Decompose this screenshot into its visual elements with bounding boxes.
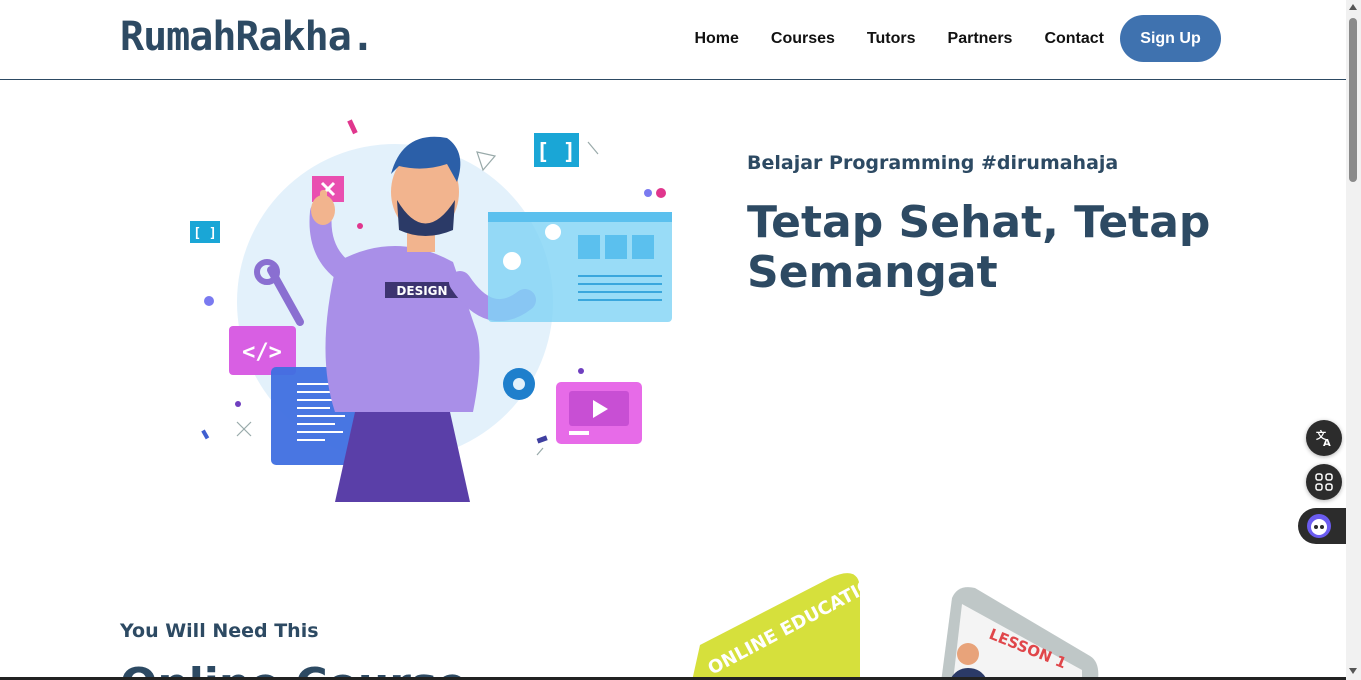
- assistant-button[interactable]: [1298, 508, 1346, 544]
- design-badge: DESIGN: [396, 284, 447, 298]
- nav-courses[interactable]: Courses: [771, 30, 835, 48]
- scroll-down-arrow-icon[interactable]: [1349, 668, 1357, 674]
- scrollbar-thumb[interactable]: [1349, 18, 1357, 182]
- sign-up-button[interactable]: Sign Up: [1120, 15, 1221, 62]
- nav-tutors[interactable]: Tutors: [867, 30, 916, 48]
- site-logo[interactable]: RumahRakha.: [120, 14, 375, 60]
- apps-button[interactable]: [1306, 464, 1342, 500]
- hero-illustration: [ ] [ ] </> DESIGN: [190, 119, 672, 502]
- svg-text:</>: </>: [242, 340, 282, 365]
- svg-text:A: A: [1323, 438, 1331, 447]
- nav-partners[interactable]: Partners: [948, 30, 1013, 48]
- svg-text:[ ]: [ ]: [193, 226, 216, 241]
- svg-text:[ ]: [ ]: [536, 140, 576, 165]
- assistant-icon: [1307, 514, 1331, 538]
- site-header: RumahRakha. Home Courses Tutors Partners…: [0, 0, 1346, 80]
- nav-home[interactable]: Home: [694, 30, 738, 48]
- hero-subtitle: Belajar Programming #dirumahaja: [747, 152, 1119, 174]
- scroll-up-arrow-icon[interactable]: [1349, 4, 1357, 10]
- apps-grid-icon: [1315, 473, 1333, 491]
- main-nav: Home Courses Tutors Partners Contact Sig…: [694, 15, 1221, 62]
- hero-title: Tetap Sehat, Tetap Semangat: [747, 197, 1211, 298]
- section-subtitle: You Will Need This: [120, 620, 319, 642]
- translate-button[interactable]: 文 A: [1306, 420, 1342, 456]
- online-education-illustration: ONLINE EDUCATION LESSON 1: [692, 570, 1099, 680]
- page: RumahRakha. Home Courses Tutors Partners…: [0, 0, 1361, 680]
- nav-contact[interactable]: Contact: [1044, 30, 1104, 48]
- translate-icon: 文 A: [1316, 429, 1331, 447]
